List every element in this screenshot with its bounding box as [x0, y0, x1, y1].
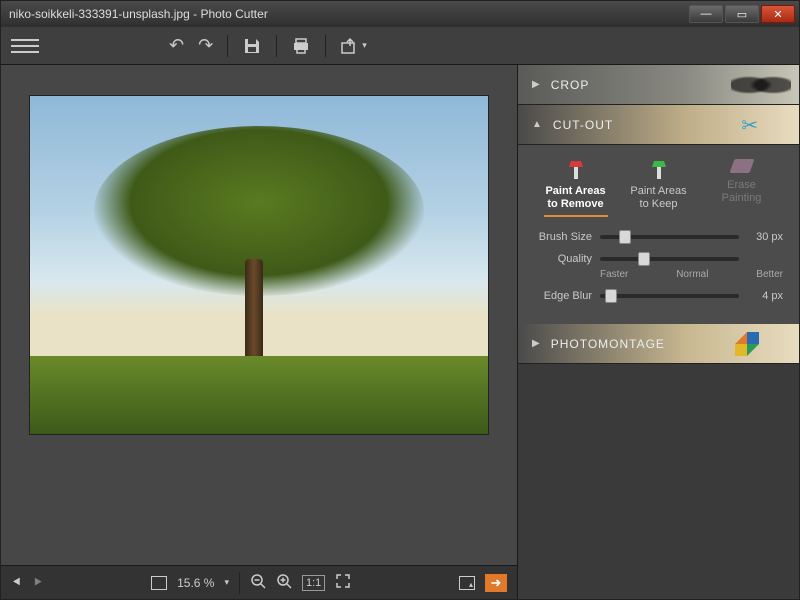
edge-blur-slider[interactable] [600, 294, 739, 298]
fit-screen-icon[interactable] [151, 576, 167, 590]
quality-tick-normal: Normal [676, 269, 708, 280]
chevron-down-icon: ▲ [532, 119, 543, 130]
fit-window-icon[interactable] [335, 573, 351, 592]
panel-header-photomontage[interactable]: ▶ PHOTOMONTAGE [518, 324, 799, 364]
print-icon[interactable] [291, 36, 311, 56]
chevron-right-icon: ▶ [532, 79, 541, 90]
slider-label: Brush Size [534, 231, 592, 243]
chevron-right-icon: ▶ [532, 338, 541, 349]
save-icon[interactable] [242, 36, 262, 56]
toolbar-separator [325, 35, 326, 57]
tool-paint-keep[interactable]: Paint Areas to Keep [620, 159, 698, 217]
tool-paint-remove[interactable]: Paint Areas to Remove [537, 159, 615, 217]
brush-size-slider[interactable] [600, 235, 739, 239]
tangram-icon [735, 332, 769, 356]
tool-erase-painting[interactable]: Erase Painting [703, 159, 781, 217]
actual-size-icon[interactable]: 1:1 [302, 575, 325, 591]
apply-icon[interactable]: ➜ [485, 574, 507, 592]
cutout-panel-body: Paint Areas to Remove Paint Areas to Kee… [518, 145, 799, 324]
zoom-in-icon[interactable] [276, 573, 292, 592]
eraser-icon [729, 159, 754, 173]
edge-blur-value: 4 px [747, 290, 783, 302]
export-icon[interactable]: ▾ [340, 37, 367, 55]
undo-icon[interactable]: ↶ [169, 35, 184, 56]
panel-label: CROP [551, 78, 590, 92]
window-close-button[interactable]: ✕ [761, 5, 795, 23]
active-underline [544, 215, 608, 217]
window-maximize-button[interactable]: ▭ [725, 5, 759, 23]
slider-label: Edge Blur [534, 290, 592, 302]
tool-label-line2: to Remove [547, 198, 603, 211]
right-sidebar: ▶ CROP ▲ CUT-OUT ✂ Paint Areas to Remove [517, 65, 799, 599]
zoom-dropdown-icon[interactable]: ▾ [224, 577, 229, 588]
panel-label: CUT-OUT [553, 118, 613, 132]
canvas-area: ⯇ ⯈ 15.6 % ▾ 1:1 ▴ ➜ [1, 65, 517, 599]
brush-size-row: Brush Size 30 px [534, 231, 783, 243]
tool-label-line2: to Keep [640, 198, 678, 211]
tool-label-line2: Painting [722, 192, 762, 205]
next-arrow-icon[interactable]: ⯈ [32, 574, 43, 591]
slider-label: Quality [534, 253, 592, 265]
toolbar-separator [276, 35, 277, 57]
quality-slider[interactable] [600, 257, 739, 261]
status-separator [239, 572, 240, 594]
top-toolbar: ↶ ↷ ▾ [1, 27, 799, 65]
title-bar: niko-soikkeli-333391-unsplash.jpg - Phot… [1, 1, 799, 27]
photo-image[interactable] [29, 95, 489, 435]
zoom-level: 15.6 % [177, 576, 214, 590]
scissors-icon: ✂ [741, 113, 759, 138]
zoom-out-icon[interactable] [250, 573, 266, 592]
quality-tick-better: Better [756, 269, 783, 280]
window-title: niko-soikkeli-333391-unsplash.jpg - Phot… [9, 7, 689, 21]
canvas-viewport[interactable] [1, 65, 517, 565]
panel-label: PHOTOMONTAGE [551, 337, 665, 351]
compare-icon[interactable]: ▴ [459, 576, 475, 590]
hamburger-menu-icon[interactable] [11, 35, 39, 57]
redo-icon[interactable]: ↷ [198, 35, 213, 56]
panel-header-crop[interactable]: ▶ CROP [518, 65, 799, 105]
toolbar-separator [227, 35, 228, 57]
tool-label-line1: Paint Areas [545, 185, 605, 198]
quality-row: Quality [534, 253, 783, 265]
quality-tick-labels: Faster Normal Better [600, 269, 783, 280]
brush-size-value: 30 px [747, 231, 783, 243]
tool-label-line1: Paint Areas [630, 185, 686, 198]
window-minimize-button[interactable]: — [689, 5, 723, 23]
edge-blur-row: Edge Blur 4 px [534, 290, 783, 302]
prev-arrow-icon[interactable]: ⯇ [11, 574, 22, 591]
status-bar: ⯇ ⯈ 15.6 % ▾ 1:1 ▴ ➜ [1, 565, 517, 599]
quality-tick-faster: Faster [600, 269, 628, 280]
tool-label-line1: Erase [727, 179, 756, 192]
panel-header-cutout[interactable]: ▲ CUT-OUT ✂ [518, 105, 799, 145]
